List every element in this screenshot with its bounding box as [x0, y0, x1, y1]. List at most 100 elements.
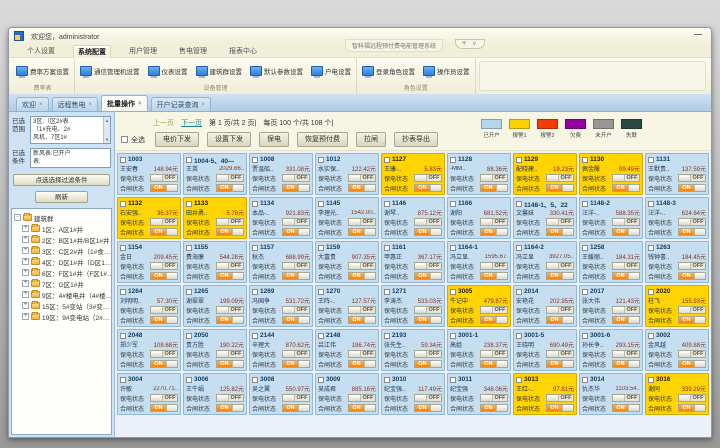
supply-toggle-off[interactable]: OFF: [348, 306, 376, 314]
card-checkbox[interactable]: [450, 157, 456, 163]
trip-switch-button[interactable]: 拉闸: [356, 132, 386, 147]
card-checkbox[interactable]: [120, 201, 126, 207]
supply-toggle-off[interactable]: OFF: [348, 394, 376, 402]
switch-toggle-on[interactable]: ON: [150, 228, 178, 236]
meter-card[interactable]: 1129配晓建..19.23元保电状态OFF合闸状态ON: [513, 153, 577, 195]
meter-export-button[interactable]: 抄表导出: [394, 132, 438, 147]
operator-settings-button[interactable]: 操作员设置: [422, 64, 471, 78]
restore-prepaid-button[interactable]: 恢复预付费: [297, 132, 348, 147]
switch-toggle-on[interactable]: ON: [546, 404, 574, 412]
card-checkbox[interactable]: [582, 333, 588, 339]
supply-toggle-off[interactable]: OFF: [150, 218, 178, 226]
switch-toggle-on[interactable]: ON: [612, 228, 640, 236]
card-checkbox[interactable]: [582, 201, 588, 207]
card-checkbox[interactable]: [648, 377, 654, 383]
login-role-settings-button[interactable]: 登录角色设置: [361, 64, 416, 78]
switch-toggle-on[interactable]: ON: [480, 272, 508, 280]
meter-card[interactable]: 1157秋杰688.99元保电状态OFF合闸状态ON: [249, 241, 313, 283]
supply-toggle-off[interactable]: OFF: [414, 218, 442, 226]
supply-toggle-off[interactable]: OFF: [546, 174, 574, 182]
supply-toggle-off[interactable]: OFF: [612, 350, 640, 358]
next-page-link[interactable]: 下一页: [181, 118, 202, 128]
card-checkbox[interactable]: [582, 377, 588, 383]
meter-card[interactable]: 3011纪宝强348.06元保电状态OFF合闸状态ON: [447, 373, 511, 415]
expand-icon[interactable]: +: [22, 247, 29, 254]
switch-toggle-on[interactable]: ON: [480, 404, 508, 412]
tree-item[interactable]: +4区：D区1#井（D区1…: [14, 256, 111, 267]
switch-toggle-on[interactable]: ON: [150, 272, 178, 280]
card-checkbox[interactable]: [318, 245, 324, 251]
meter-card[interactable]: 1145李理光..1542.00..保电状态OFF合闸状态ON: [315, 197, 379, 239]
supply-toggle-off[interactable]: OFF: [414, 174, 442, 182]
tree-item[interactable]: +1区：A区1#井: [14, 223, 111, 234]
supply-toggle-off[interactable]: OFF: [216, 394, 244, 402]
switch-toggle-on[interactable]: ON: [150, 184, 178, 192]
switch-toggle-on[interactable]: ON: [216, 360, 244, 368]
card-checkbox[interactable]: [252, 157, 258, 163]
card-checkbox[interactable]: [120, 333, 126, 339]
switch-toggle-on[interactable]: ON: [546, 272, 574, 280]
card-checkbox[interactable]: [450, 245, 456, 251]
supply-toggle-off[interactable]: OFF: [546, 218, 574, 226]
meter-card[interactable]: 1128-MM..88.36元保电状态OFF合闸状态ON: [447, 153, 511, 195]
expand-icon[interactable]: +: [22, 280, 29, 287]
supply-toggle-off[interactable]: OFF: [150, 262, 178, 270]
card-checkbox[interactable]: [186, 377, 192, 383]
close-icon[interactable]: ×: [39, 102, 43, 108]
switch-toggle-on[interactable]: ON: [546, 184, 574, 192]
comm-manager-settings-button[interactable]: 通信管理机设置: [79, 64, 141, 78]
doc-tab-welcome[interactable]: 欢迎×: [16, 97, 49, 111]
supply-toggle-off[interactable]: OFF: [414, 306, 442, 314]
tree-item[interactable]: +7区：G区1#井: [14, 278, 111, 289]
card-checkbox[interactable]: [516, 201, 522, 207]
switch-toggle-on[interactable]: ON: [348, 228, 376, 236]
card-checkbox[interactable]: [252, 377, 258, 383]
supply-toggle-off[interactable]: OFF: [678, 262, 706, 270]
ribbon-tab-system-config[interactable]: 系统配置: [73, 45, 111, 58]
ribbon-tab-report-center[interactable]: 报表中心: [225, 45, 261, 57]
meter-card[interactable]: 2193张先生..59.34元保电状态OFF合闸状态ON: [381, 329, 445, 371]
supply-toggle-off[interactable]: OFF: [150, 394, 178, 402]
tree-item[interactable]: +6区：F区1#井（F区1#…: [14, 267, 111, 278]
meter-card[interactable]: 1159大富贵907.35元保电状态OFF合闸状态ON: [315, 241, 379, 283]
default-param-settings-button[interactable]: 默认参数设置: [249, 64, 304, 78]
switch-toggle-on[interactable]: ON: [348, 272, 376, 280]
supply-toggle-off[interactable]: OFF: [282, 174, 310, 182]
meter-card[interactable]: 1264刘明明..57.30元保电状态OFF合闸状态ON: [117, 285, 181, 327]
supply-toggle-off[interactable]: OFF: [546, 306, 574, 314]
switch-toggle-on[interactable]: ON: [480, 184, 508, 192]
meter-card[interactable]: 2020柱飞155.93元保电状态OFF合闸状态ON: [645, 285, 709, 327]
switch-toggle-on[interactable]: ON: [282, 360, 310, 368]
tree-root[interactable]: -建筑群: [14, 212, 111, 223]
meter-card[interactable]: 2017张大伟121.43元保电状态OFF合闸状态ON: [579, 285, 643, 327]
switch-toggle-on[interactable]: ON: [612, 184, 640, 192]
card-checkbox[interactable]: [186, 333, 192, 339]
meter-card[interactable]: 3014仇杰华1103.54..保电状态OFF合闸状态ON: [579, 373, 643, 415]
expand-icon[interactable]: +: [22, 302, 29, 309]
switch-toggle-on[interactable]: ON: [612, 360, 640, 368]
meter-card[interactable]: 1004-5、40—王英2029.66..保电状态OFF合闸状态ON: [183, 153, 247, 195]
meter-card[interactable]: 1155费海廉544.28元保电状态OFF合闸状态ON: [183, 241, 247, 283]
switch-toggle-on[interactable]: ON: [348, 404, 376, 412]
supply-toggle-off[interactable]: OFF: [150, 174, 178, 182]
switch-toggle-on[interactable]: ON: [612, 272, 640, 280]
meter-card[interactable]: 3008吴之翼550.97元保电状态OFF合闸状态ON: [249, 373, 313, 415]
supply-toggle-off[interactable]: OFF: [678, 306, 706, 314]
expand-icon[interactable]: +: [22, 236, 29, 243]
card-checkbox[interactable]: [648, 157, 654, 163]
meter-card[interactable]: 1270王阵-..127.57元保电状态OFF合闸状态ON: [315, 285, 379, 327]
card-checkbox[interactable]: [252, 245, 258, 251]
meter-card[interactable]: 2048郑少军108.68元保电状态OFF合闸状态ON: [117, 329, 181, 371]
card-checkbox[interactable]: [450, 377, 456, 383]
pick-filter-condition-button[interactable]: 点选选择过滤条件: [13, 174, 110, 186]
doc-tab-account-record-query[interactable]: 开户记录查询×: [151, 97, 212, 111]
supply-toggle-off[interactable]: OFF: [348, 174, 376, 182]
card-checkbox[interactable]: [384, 333, 390, 339]
supply-toggle-off[interactable]: OFF: [480, 394, 508, 402]
switch-toggle-on[interactable]: ON: [282, 184, 310, 192]
supply-toggle-off[interactable]: OFF: [612, 394, 640, 402]
meter-card[interactable]: 3009吴成君885.16元保电状态OFF合闸状态ON: [315, 373, 379, 415]
meter-card[interactable]: 1269冯国争531.72元保电状态OFF合闸状态ON: [249, 285, 313, 327]
switch-toggle-on[interactable]: ON: [282, 404, 310, 412]
card-checkbox[interactable]: [648, 201, 654, 207]
